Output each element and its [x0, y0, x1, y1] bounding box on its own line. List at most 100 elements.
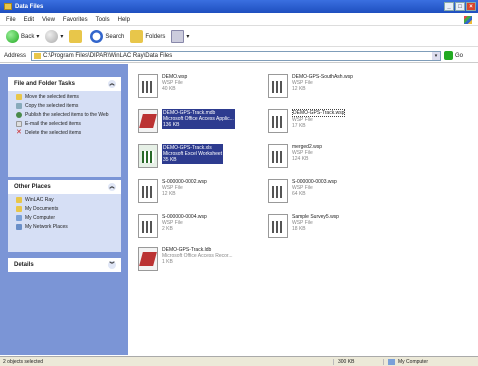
task-move[interactable]: Move the selected items [8, 94, 121, 100]
menu-edit[interactable]: Edit [24, 17, 34, 23]
task-delete[interactable]: ✕ Delete the selected items [8, 129, 121, 136]
folders-label: Folders [145, 33, 166, 40]
menu-help[interactable]: Help [118, 17, 130, 23]
file-item[interactable]: S-000000-0004.wsp WSP File 2 KB [138, 214, 258, 244]
other-places-panel: Other Places ︽ WinLAC Ray My Documents M… [8, 180, 121, 252]
search-icon [90, 30, 104, 43]
folder-icon [16, 206, 22, 212]
title-bar[interactable]: Data Files _ □ × [0, 0, 478, 13]
forward-button[interactable]: ▾ [45, 29, 63, 45]
wsp-file-icon [138, 74, 158, 98]
file-item[interactable]: DEMO.wsp WSP File 40 KB [138, 74, 258, 104]
toolbar: Back ▾ ▾ Search Folders ▾ [0, 27, 478, 47]
status-bar: 2 objects selected 300 KB My Computer [0, 356, 478, 366]
views-button[interactable]: ▾ [171, 29, 189, 45]
task-publish[interactable]: Publish the selected items to the Web [8, 112, 121, 118]
menu-favorites[interactable]: Favorites [63, 17, 88, 23]
forward-arrow-icon [45, 30, 59, 43]
address-field[interactable]: C:\Program Files\DIPAR\WinLAC Ray\Data F… [31, 50, 442, 61]
file-item[interactable]: DEMO-GPS-SouthAsh.wsp WSP File 12 KB [268, 74, 388, 104]
status-location-label: My Computer [398, 358, 429, 365]
window-title: Data Files [15, 3, 44, 10]
file-item[interactable]: DEMO-GPS-Track.ldb Microsoft Office Acces… [138, 247, 258, 277]
file-item[interactable]: Sample Survey5.wsp WSP File 18 KB [268, 214, 388, 244]
place-my-network[interactable]: My Network Places [8, 224, 121, 230]
file-item[interactable]: S-000000-0003.wsp WSP File 64 KB [268, 179, 388, 209]
file-item[interactable]: DEMO-GPS-Track.xls Microsoft Excel Worksh… [138, 144, 258, 174]
folders-icon [130, 30, 144, 43]
access-lock-file-icon [138, 247, 158, 271]
file-size: 18 KB [292, 226, 306, 232]
file-size: 40 KB [162, 86, 176, 92]
file-size: 12 KB [292, 86, 306, 92]
details-panel: Details ︾ [8, 258, 121, 272]
file-name: DEMO-GPS-Track.wsp [292, 109, 346, 117]
collapse-icon[interactable]: ︽ [108, 80, 116, 88]
other-places-title: Other Places [14, 184, 51, 190]
excel-file-icon [138, 144, 158, 168]
close-button[interactable]: × [466, 2, 476, 11]
up-folder-icon [69, 30, 83, 43]
task-email-label: E-mail the selected items [25, 121, 81, 127]
file-size: 136 KB [163, 122, 180, 128]
back-button[interactable]: Back ▾ [6, 29, 39, 45]
file-folder-tasks-header[interactable]: File and Folder Tasks ︽ [8, 77, 121, 91]
task-publish-label: Publish the selected items to the Web [25, 112, 109, 118]
folder-icon [34, 52, 42, 59]
menu-file[interactable]: File [6, 17, 16, 23]
back-label: Back [21, 33, 35, 40]
place-winlac-ray[interactable]: WinLAC Ray [8, 197, 121, 203]
place-my-documents[interactable]: My Documents [8, 206, 121, 212]
file-item[interactable]: S-000000-0002.wsp WSP File 12 KB [138, 179, 258, 209]
task-email[interactable]: E-mail the selected items [8, 121, 121, 127]
expand-icon[interactable]: ︾ [108, 261, 116, 269]
minimize-button[interactable]: _ [444, 2, 454, 11]
file-size: 2 KB [162, 226, 173, 232]
up-folder-button[interactable] [69, 29, 84, 45]
other-places-header[interactable]: Other Places ︽ [8, 180, 121, 194]
email-icon [16, 121, 22, 127]
file-list: DEMO.wsp WSP File 40 KB DEMO-GPS-SouthAsh.… [128, 64, 478, 355]
search-label: Search [105, 33, 125, 40]
file-size: 35 KB [163, 157, 177, 163]
address-dropdown-button[interactable]: ▾ [432, 51, 441, 60]
back-arrow-icon [6, 30, 19, 43]
search-button[interactable]: Search [90, 29, 124, 45]
file-size: 124 KB [292, 156, 309, 162]
place-winlac-ray-label: WinLAC Ray [25, 197, 54, 203]
folders-button[interactable]: Folders [130, 29, 165, 45]
address-label: Address [4, 52, 27, 59]
details-header[interactable]: Details ︾ [8, 258, 121, 272]
wsp-file-icon [268, 179, 288, 203]
status-location: My Computer [383, 358, 429, 365]
menu-view[interactable]: View [42, 17, 55, 23]
go-arrow-icon [444, 51, 454, 60]
collapse-icon[interactable]: ︽ [108, 183, 116, 191]
place-my-computer-label: My Computer [25, 215, 56, 221]
computer-icon [16, 215, 22, 221]
menu-bar: File Edit View Favorites Tools Help [0, 14, 478, 26]
maximize-button[interactable]: □ [455, 2, 465, 11]
delete-icon: ✕ [16, 129, 22, 136]
file-item[interactable]: merged2.wsp WSP File 124 KB [268, 144, 388, 174]
address-value: C:\Program Files\DIPAR\WinLAC Ray\Data F… [43, 52, 173, 59]
wsp-file-icon [268, 109, 288, 133]
file-item[interactable]: DEMO-GPS-Track.mdb Microsoft Office Acces… [138, 109, 258, 139]
file-size: 64 KB [292, 191, 306, 197]
windows-logo-icon [464, 15, 472, 24]
go-button[interactable]: Go [444, 51, 463, 60]
network-icon [16, 224, 22, 230]
place-my-computer[interactable]: My Computer [8, 215, 121, 221]
task-copy[interactable]: Copy the selected items [8, 103, 121, 109]
wsp-file-icon [268, 214, 288, 238]
wsp-file-icon [268, 144, 288, 168]
file-item[interactable]: DEMO-GPS-Track.wsp WSP File 17 KB [268, 109, 388, 139]
menu-tools[interactable]: Tools [96, 17, 110, 23]
file-folder-tasks-panel: File and Folder Tasks ︽ Move the selecte… [8, 77, 121, 177]
place-my-network-label: My Network Places [25, 224, 68, 230]
task-copy-label: Copy the selected items [25, 103, 79, 109]
file-size: 17 KB [292, 123, 306, 129]
globe-icon [16, 112, 22, 118]
status-size: 300 KB [333, 358, 383, 365]
task-delete-label: Delete the selected items [25, 130, 82, 136]
